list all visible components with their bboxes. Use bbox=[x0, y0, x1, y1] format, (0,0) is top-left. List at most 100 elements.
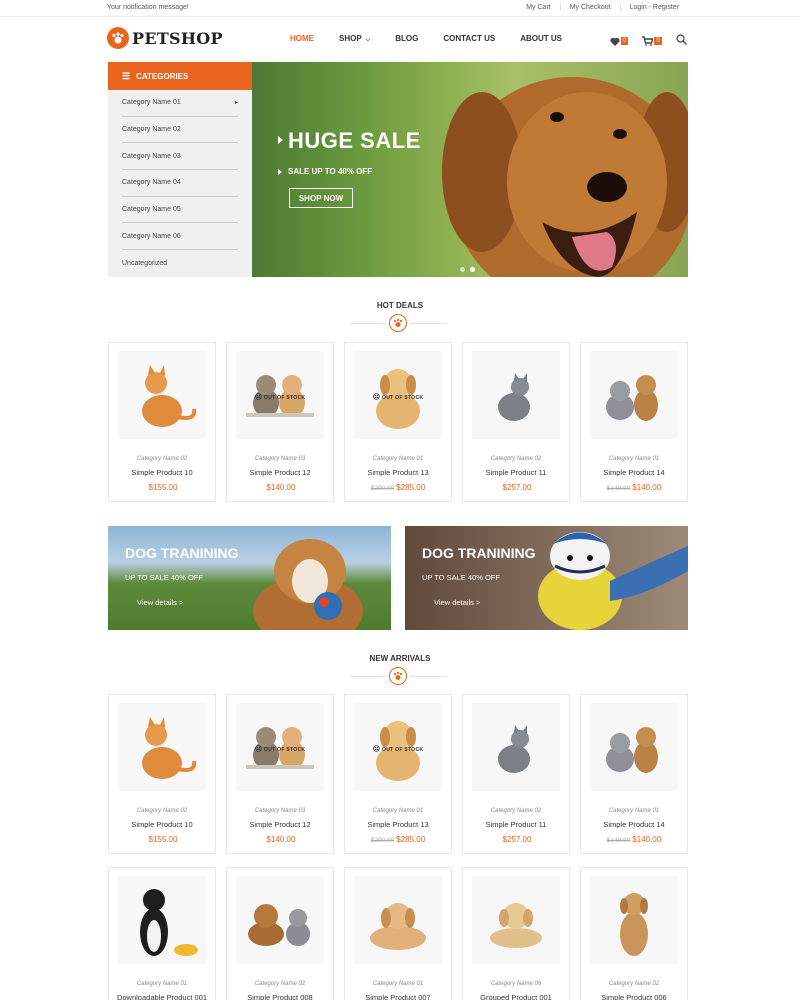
product-card[interactable]: ☹ Category Name 02Simple Product 10$155.… bbox=[108, 694, 216, 854]
product-category[interactable]: Category Name 03 bbox=[227, 456, 333, 462]
product-category[interactable]: Category Name 02 bbox=[463, 456, 569, 462]
retriever-puppy-image bbox=[490, 903, 542, 948]
product-name[interactable]: Simple Product 11 bbox=[463, 820, 569, 829]
product-image[interactable] bbox=[472, 876, 560, 964]
banner-link[interactable]: View details > bbox=[434, 598, 480, 607]
product-card[interactable]: ☹ OUT OF STOCK Category Name 01 Simple Pro… bbox=[344, 694, 452, 854]
category-item[interactable]: Category Name 05 bbox=[122, 197, 238, 224]
nav-home[interactable]: HOME bbox=[290, 34, 314, 44]
product-card[interactable]: ☹ Category Name 01Simple Product 14$149.… bbox=[580, 342, 688, 502]
category-item[interactable]: Category Name 03 bbox=[122, 143, 238, 171]
product-category[interactable]: Category Name 01 bbox=[581, 456, 687, 462]
divider bbox=[410, 323, 446, 324]
product-image[interactable] bbox=[118, 703, 206, 791]
slider-dot[interactable] bbox=[460, 267, 465, 272]
product-category[interactable]: Category Name 01 bbox=[581, 808, 687, 814]
grey-cat-image bbox=[498, 725, 530, 773]
product-category[interactable]: Category Name 02 bbox=[463, 808, 569, 814]
product-name[interactable]: Simple Product 10 bbox=[109, 820, 215, 829]
slider-dot[interactable] bbox=[470, 267, 475, 272]
my-cart-link[interactable]: My Cart bbox=[517, 4, 560, 11]
product-image[interactable] bbox=[590, 876, 678, 964]
promo-banner-bird[interactable]: DOG TRANINING UP TO SALE 40% OFF View de… bbox=[405, 526, 688, 630]
category-item[interactable]: Category Name 02 bbox=[122, 117, 238, 144]
product-price-row: $290.00 $285.00 bbox=[345, 835, 451, 844]
product-card[interactable]: ☹ OUT OF STOCK Category Name 01 Simple Pro… bbox=[344, 342, 452, 502]
banner-link[interactable]: View details > bbox=[137, 598, 183, 607]
product-category[interactable]: Category Name 06 bbox=[463, 981, 569, 987]
product-image[interactable] bbox=[118, 351, 206, 439]
product-name[interactable]: Simple Product 13 bbox=[345, 820, 451, 829]
shop-now-button[interactable]: SHOP NOW bbox=[289, 188, 353, 208]
product-card[interactable]: ☹ Category Name 02Simple Product 006 bbox=[580, 867, 688, 1000]
product-card[interactable]: ☹ Category Name 02Simple Product 008 bbox=[226, 867, 334, 1000]
product-name[interactable]: Simple Product 14 bbox=[581, 468, 687, 477]
product-image[interactable] bbox=[590, 703, 678, 791]
search-button[interactable] bbox=[676, 32, 687, 50]
product-card[interactable]: ☹ Category Name 06Grouped Product 001 bbox=[462, 867, 570, 1000]
site-logo[interactable]: PETSHOP bbox=[107, 27, 223, 49]
product-card[interactable]: ☹ OUT OF STOCK Category Name 03 Simple Pro… bbox=[226, 694, 334, 854]
blue-tit-photo-image bbox=[538, 532, 688, 630]
product-card[interactable]: ☹ Category Name 02Simple Product 11$257.… bbox=[462, 342, 570, 502]
sad-face-icon: ☹ bbox=[372, 394, 381, 401]
product-category[interactable]: Category Name 01 bbox=[345, 456, 451, 462]
product-image[interactable] bbox=[236, 876, 324, 964]
product-price-row: $155.00 bbox=[109, 483, 215, 492]
product-category[interactable]: Category Name 02 bbox=[581, 981, 687, 987]
product-name[interactable]: Simple Product 008 bbox=[227, 993, 333, 1000]
product-category[interactable]: Category Name 02 bbox=[109, 808, 215, 814]
product-name[interactable]: Simple Product 007 bbox=[345, 993, 451, 1000]
product-category[interactable]: Category Name 01 bbox=[345, 808, 451, 814]
product-card[interactable]: ☹ OUT OF STOCK Category Name 03 Simple Pro… bbox=[226, 342, 334, 502]
product-category[interactable]: Category Name 01 bbox=[109, 981, 215, 987]
login-register-link[interactable]: Login - Register bbox=[619, 4, 688, 11]
product-category[interactable]: Category Name 03 bbox=[227, 808, 333, 814]
category-item[interactable]: Category Name 01 ▸ bbox=[122, 90, 238, 117]
cart-button[interactable]: 0 bbox=[642, 36, 662, 46]
category-item[interactable]: Category Name 06 bbox=[122, 223, 238, 251]
product-price-row: $149.00 $140.00 bbox=[581, 835, 687, 844]
product-image[interactable] bbox=[590, 351, 678, 439]
product-card[interactable]: ☹ Category Name 01Downloadable Product 0… bbox=[108, 867, 216, 1000]
product-image[interactable] bbox=[118, 876, 206, 964]
product-name[interactable]: Simple Product 006 bbox=[581, 993, 687, 1000]
product-name[interactable]: Simple Product 12 bbox=[227, 820, 333, 829]
product-card[interactable]: ☹ Category Name 01Simple Product 14$149.… bbox=[580, 694, 688, 854]
my-checkout-link[interactable]: My Checkout bbox=[559, 4, 620, 11]
categories-title: CATEGORIES bbox=[136, 71, 189, 81]
product-card[interactable]: ☹ Category Name 01Simple Product 007 bbox=[344, 867, 452, 1000]
product-name[interactable]: Simple Product 14 bbox=[581, 820, 687, 829]
product-image[interactable] bbox=[472, 703, 560, 791]
categories-header[interactable]: ☰ CATEGORIES bbox=[108, 62, 252, 90]
nav-about[interactable]: ABOUT US bbox=[520, 34, 562, 44]
category-item[interactable]: Uncategorized bbox=[122, 250, 238, 277]
orange-cat-image bbox=[142, 365, 197, 427]
product-image[interactable] bbox=[354, 876, 442, 964]
nav-shop[interactable]: SHOP ⌵ bbox=[339, 34, 370, 44]
main-nav: HOME SHOP ⌵ BLOG CONTACT US ABOUT US bbox=[290, 34, 587, 44]
product-name[interactable]: Simple Product 10 bbox=[109, 468, 215, 477]
promo-banner-dog[interactable]: DOG TRANINING UP TO SALE 40% OFF View de… bbox=[108, 526, 391, 630]
nav-contact[interactable]: CONTACT US bbox=[443, 34, 495, 44]
product-category[interactable]: Category Name 01 bbox=[345, 981, 451, 987]
product-image[interactable] bbox=[472, 351, 560, 439]
product-card[interactable]: ☹ Category Name 02Simple Product 10$155.… bbox=[108, 342, 216, 502]
product-name[interactable]: Grouped Product 001 bbox=[463, 993, 569, 1000]
product-name[interactable]: Simple Product 11 bbox=[463, 468, 569, 477]
product-name[interactable]: Simple Product 12 bbox=[227, 468, 333, 477]
product-name[interactable]: Simple Product 13 bbox=[345, 468, 451, 477]
product-price: $140.00 bbox=[266, 483, 296, 492]
hero-slider[interactable]: HUGE SALE SALE UP TO 40% OFF SHOP NOW bbox=[252, 62, 688, 277]
product-price-row: $290.00 $285.00 bbox=[345, 483, 451, 492]
paw-icon bbox=[389, 314, 407, 332]
product-name[interactable]: Downloadable Product 001 bbox=[109, 993, 215, 1000]
product-card[interactable]: ☹ Category Name 02Simple Product 11$257.… bbox=[462, 694, 570, 854]
orange-cat-image bbox=[142, 717, 197, 779]
wishlist-button[interactable]: 0 bbox=[610, 37, 629, 46]
cart-count: 0 bbox=[654, 37, 662, 45]
nav-blog[interactable]: BLOG bbox=[395, 34, 418, 44]
product-category[interactable]: Category Name 02 bbox=[109, 456, 215, 462]
product-category[interactable]: Category Name 02 bbox=[227, 981, 333, 987]
category-item[interactable]: Category Name 04 bbox=[122, 170, 238, 197]
